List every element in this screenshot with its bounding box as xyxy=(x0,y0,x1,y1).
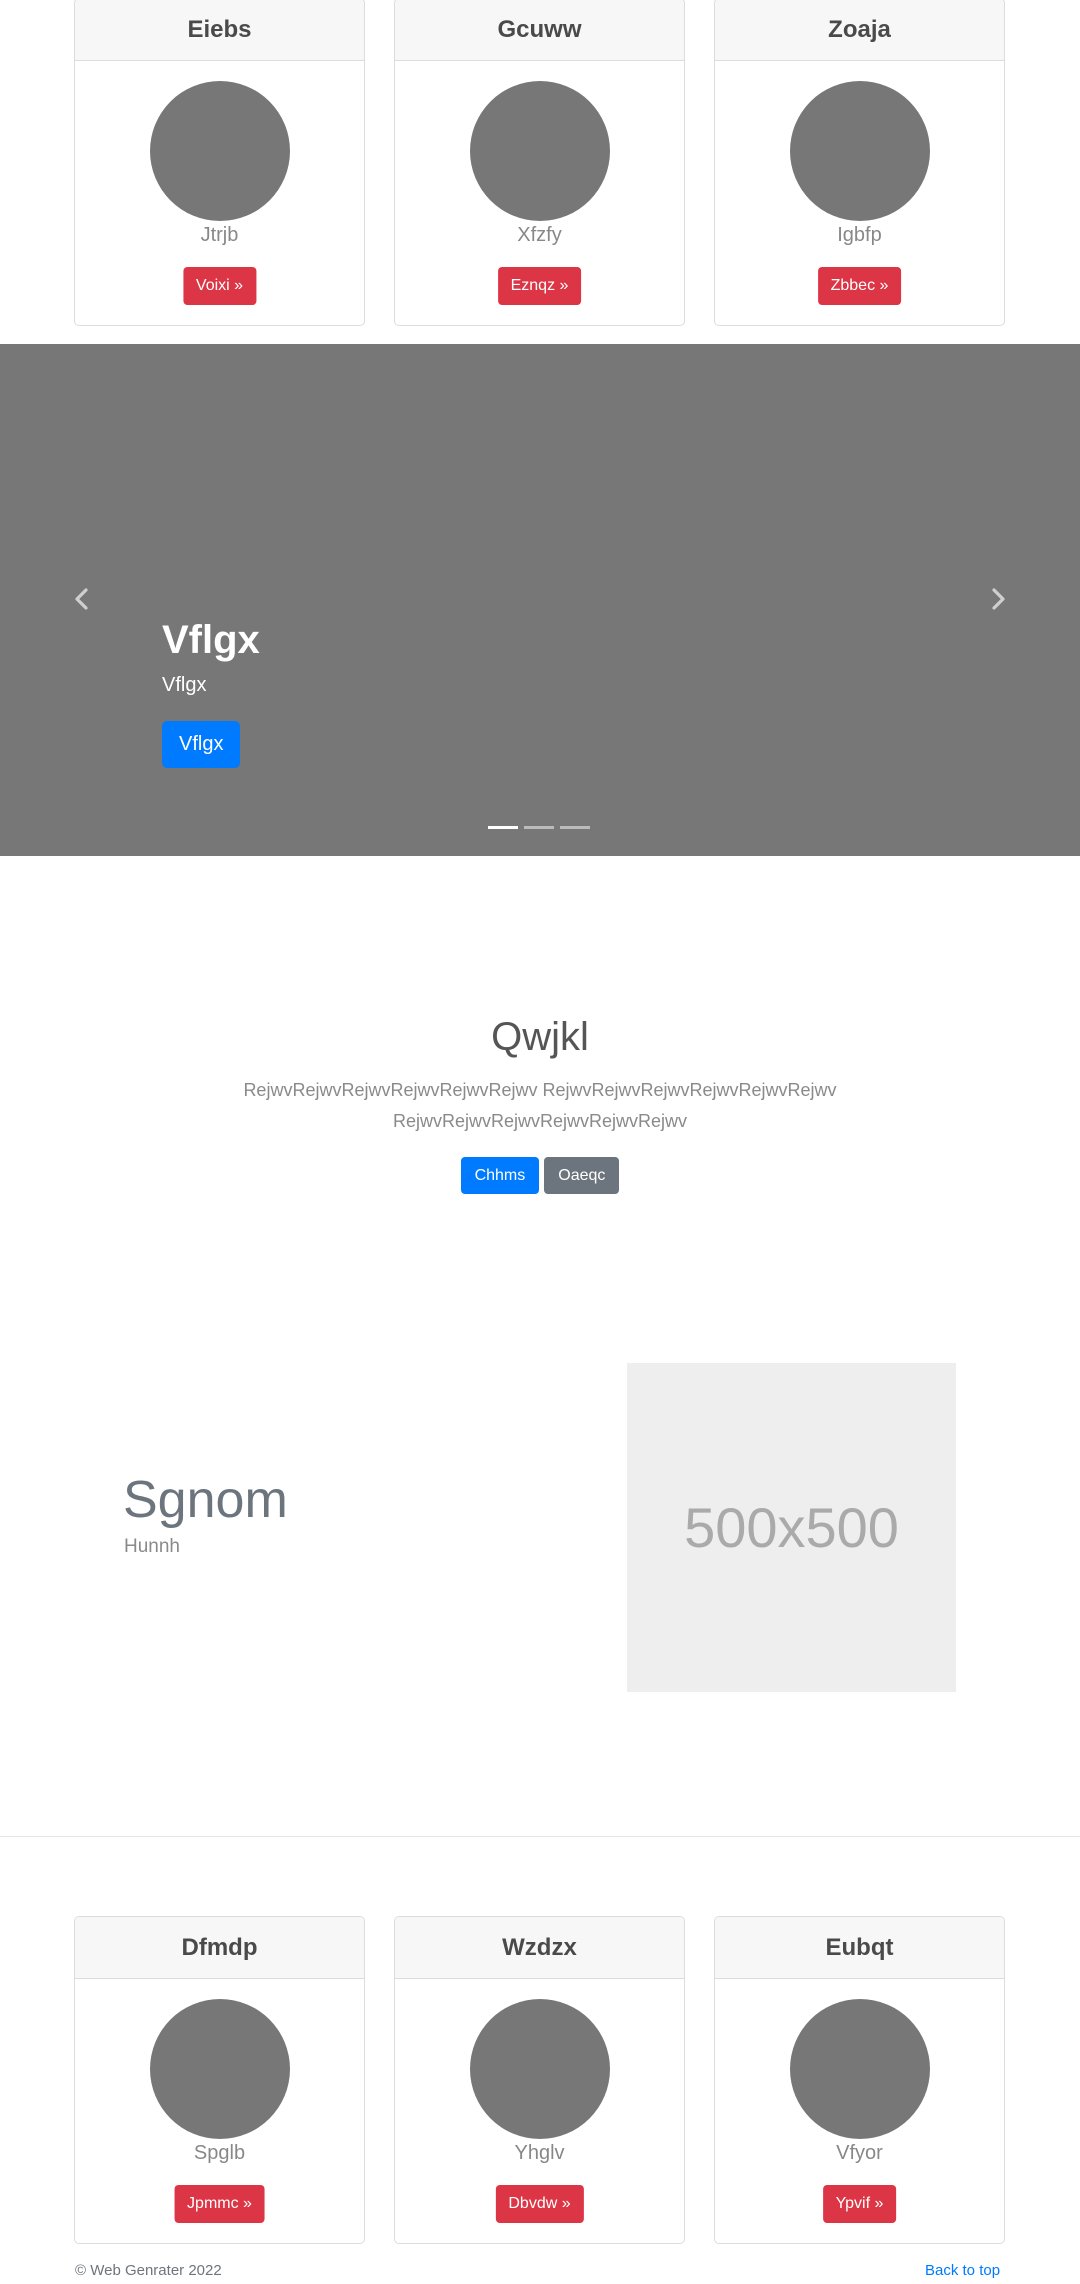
back-to-top-link[interactable]: Back to top xyxy=(925,2262,1000,2279)
jumbotron-buttons: Chhms Oaeqc xyxy=(0,1157,1080,1194)
avatar xyxy=(470,81,610,221)
card-button[interactable]: Voixi » xyxy=(182,267,257,305)
card-subtitle: Yhglv xyxy=(514,2142,565,2164)
card-button[interactable]: Dbvdw » xyxy=(495,2185,584,2223)
carousel-indicators xyxy=(488,826,590,829)
placeholder-image: 500x500 xyxy=(627,1363,956,1692)
primary-button[interactable]: Chhms xyxy=(460,1157,540,1194)
card-button[interactable]: Eznqz » xyxy=(497,267,582,305)
feature-subheading: Hunnh xyxy=(124,1536,180,1557)
bottom-card-row: Dfmdp Spglb Jpmmc » Wzdzx Yhglv Dbvdw » … xyxy=(0,1916,1080,2246)
hero-carousel: Vflgx Vflgx Vflgx xyxy=(0,344,1080,856)
carousel-caption-button[interactable]: Vflgx xyxy=(162,721,241,768)
card: Dfmdp Spglb Jpmmc » xyxy=(74,1916,365,2244)
carousel-caption-title: Vflgx xyxy=(162,618,260,662)
card: Zoaja Igbfp Zbbec » xyxy=(714,0,1005,326)
carousel-caption-text: Vflgx xyxy=(162,674,207,696)
card-subtitle: Jtrjb xyxy=(200,224,239,246)
avatar xyxy=(470,1999,610,2139)
card-title: Wzdzx xyxy=(395,1917,684,1979)
card-subtitle: Spglb xyxy=(193,2142,246,2164)
feature-heading: Sgnom xyxy=(123,1471,288,1529)
carousel-indicator[interactable] xyxy=(524,826,554,829)
card-title: Dfmdp xyxy=(75,1917,364,1979)
card-title: Eiebs xyxy=(75,0,364,61)
secondary-button[interactable]: Oaeqc xyxy=(544,1157,620,1194)
chevron-left-icon[interactable] xyxy=(69,586,95,612)
card-subtitle: Igbfp xyxy=(837,224,882,246)
card: Wzdzx Yhglv Dbvdw » xyxy=(394,1916,685,2244)
card: Eubqt Vfyor Ypvif » xyxy=(714,1916,1005,2244)
avatar xyxy=(790,81,930,221)
card-button[interactable]: Zbbec » xyxy=(817,267,902,305)
card-button[interactable]: Jpmmc » xyxy=(174,2185,265,2223)
card-title: Zoaja xyxy=(715,0,1004,61)
footer-copyright: © Web Genrater 2022 xyxy=(75,2262,222,2279)
card-title: Eubqt xyxy=(715,1917,1004,1979)
top-card-row: Eiebs Jtrjb Voixi » Gcuww Xfzfy Eznqz » … xyxy=(0,0,1080,328)
card-subtitle: Vfyor xyxy=(836,2142,883,2164)
avatar xyxy=(150,81,290,221)
jumbotron-text: RejwvRejwvRejwvRejwvRejwvRejwv RejwvRejw… xyxy=(243,1080,837,1131)
card-button[interactable]: Ypvif » xyxy=(822,2185,897,2223)
chevron-right-icon[interactable] xyxy=(985,586,1011,612)
card-subtitle: Xfzfy xyxy=(517,224,562,246)
avatar xyxy=(150,1999,290,2139)
divider xyxy=(0,1836,1080,1837)
card-title: Gcuww xyxy=(395,0,684,61)
jumbotron-title: Qwjkl xyxy=(491,1015,589,1059)
avatar xyxy=(790,1999,930,2139)
carousel-indicator[interactable] xyxy=(488,826,518,829)
placeholder-image-label: 500x500 xyxy=(684,1496,899,1559)
card: Eiebs Jtrjb Voixi » xyxy=(74,0,365,326)
carousel-indicator[interactable] xyxy=(560,826,590,829)
card: Gcuww Xfzfy Eznqz » xyxy=(394,0,685,326)
